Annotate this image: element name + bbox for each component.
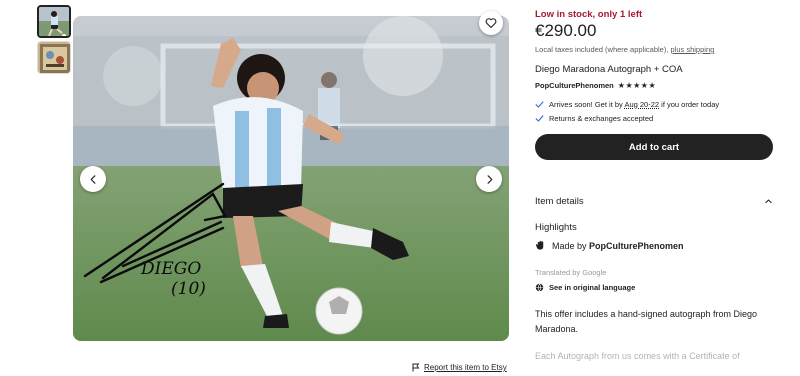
made-by-row: Made by PopCulturePhenomen bbox=[535, 240, 684, 251]
main-product-image: DIEGO (10) bbox=[73, 16, 509, 341]
check-icon bbox=[535, 101, 544, 108]
made-by-shop[interactable]: PopCulturePhenomen bbox=[589, 241, 684, 251]
listing-title: Diego Maradona Autograph + COA bbox=[535, 64, 683, 75]
thumbnail-2[interactable] bbox=[37, 41, 71, 74]
item-details-label: Item details bbox=[535, 196, 584, 207]
price: €290.00 bbox=[535, 21, 597, 40]
signature-name: DIEGO bbox=[140, 259, 201, 279]
football bbox=[315, 287, 363, 335]
previous-image-button[interactable] bbox=[80, 166, 106, 192]
favorite-button[interactable] bbox=[479, 11, 503, 35]
signature-number: (10) bbox=[171, 279, 206, 299]
next-image-button[interactable] bbox=[476, 166, 502, 192]
thumbnail-1-image bbox=[39, 7, 69, 36]
arrival-date[interactable]: Aug 20-22 bbox=[624, 100, 659, 109]
thumbnail-2-image bbox=[38, 42, 70, 73]
see-original-language-label: See in original language bbox=[549, 283, 636, 292]
chevron-right-icon bbox=[487, 174, 492, 184]
report-item-link[interactable]: Report this item to Etsy bbox=[412, 363, 507, 372]
description-paragraph-1: This offer includes a hand-signed autogr… bbox=[535, 309, 757, 334]
returns-text: Returns & exchanges accepted bbox=[549, 114, 654, 123]
shop-name-link[interactable]: PopCulturePhenomen bbox=[535, 81, 614, 90]
arrival-suffix: if you order today bbox=[659, 100, 720, 109]
item-details-toggle[interactable]: Item details bbox=[535, 196, 773, 207]
arrival-prefix: Arrives soon! Get it by bbox=[549, 100, 625, 109]
stock-notice: Low in stock, only 1 left bbox=[535, 9, 643, 20]
chevron-left-icon bbox=[90, 174, 95, 184]
taxes-note: Local taxes included (where applicable),… bbox=[535, 45, 714, 54]
hand-wave-icon bbox=[535, 240, 544, 250]
see-original-language-link[interactable]: See in original language bbox=[535, 283, 635, 292]
shipping-link[interactable]: plus shipping bbox=[671, 45, 715, 54]
highlights-heading: Highlights bbox=[535, 222, 577, 233]
globe-icon bbox=[535, 283, 544, 292]
flag-icon bbox=[412, 363, 420, 372]
returns-info: Returns & exchanges accepted bbox=[535, 114, 653, 123]
translated-by: Translated by Google bbox=[535, 268, 607, 277]
shop-rating-row: PopCulturePhenomen ★★★★★ bbox=[535, 81, 656, 90]
made-by-prefix: Made by bbox=[552, 240, 590, 251]
rating-stars: ★★★★★ bbox=[617, 81, 657, 90]
chevron-up-icon bbox=[765, 199, 772, 204]
taxes-text: Local taxes included (where applicable), bbox=[535, 45, 671, 54]
add-to-cart-button[interactable]: Add to cart bbox=[535, 134, 773, 160]
arrival-info: Arrives soon! Get it by Aug 20-22 if you… bbox=[535, 100, 719, 109]
description-paragraph-2: Each Autograph from us comes with a Cert… bbox=[535, 351, 740, 361]
maradona-photo: DIEGO (10) bbox=[73, 16, 509, 341]
heart-icon bbox=[485, 18, 497, 29]
thumbnail-1[interactable] bbox=[37, 5, 71, 38]
check-icon bbox=[535, 115, 544, 122]
report-item-label[interactable]: Report this item to Etsy bbox=[424, 363, 507, 372]
